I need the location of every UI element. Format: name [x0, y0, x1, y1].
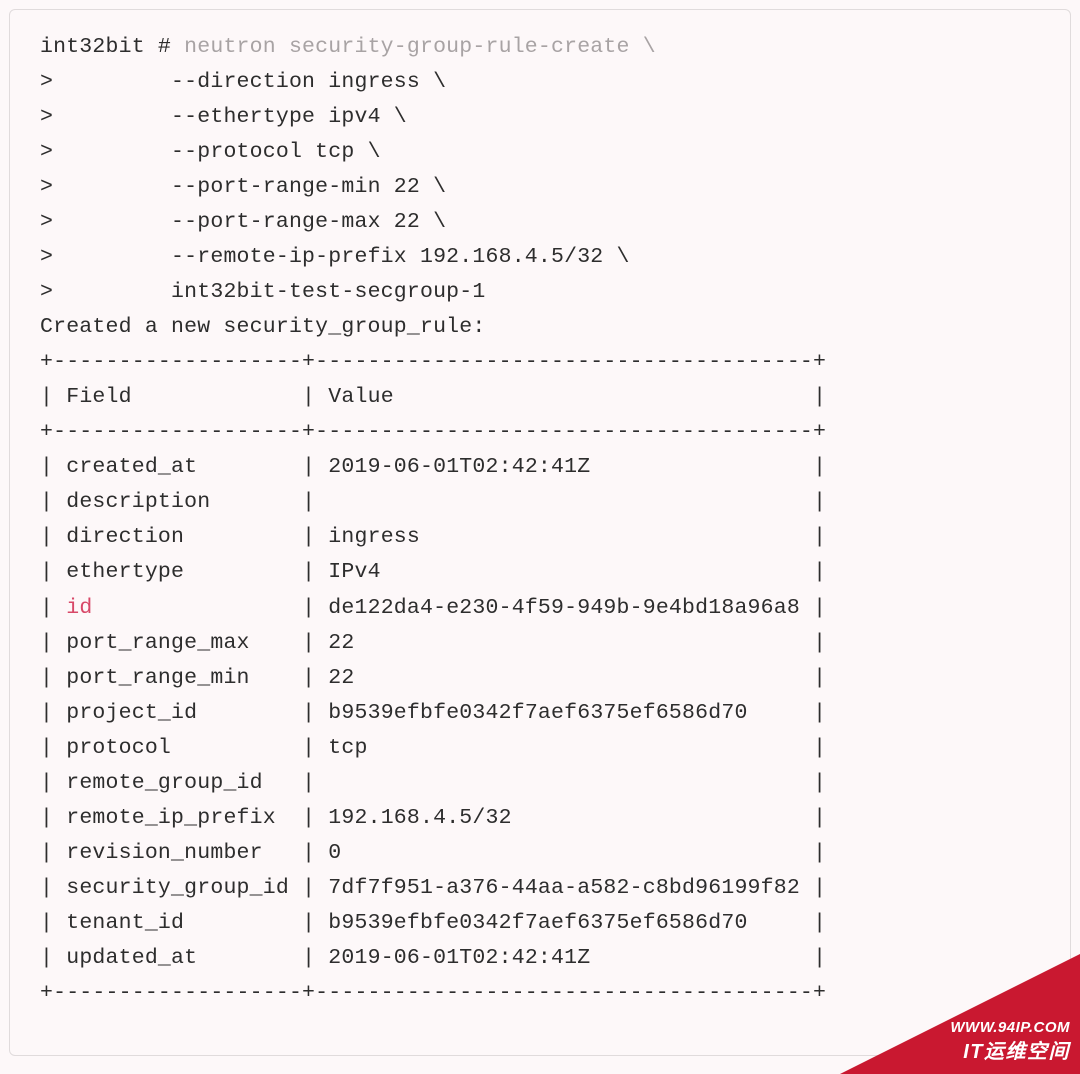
table-value-id: de122da4-e230-4f59-949b-9e4bd18a96a8: [328, 596, 800, 620]
table-row: | ethertype | IPv4 |: [40, 560, 826, 584]
watermark-url: WWW.94IP.COM: [950, 1017, 1070, 1038]
continuation-line-6: > --remote-ip-prefix 192.168.4.5/32 \: [40, 245, 630, 269]
table-value-remote_ip_prefix: 192.168.4.5/32: [328, 806, 800, 830]
table-field-port_range_max: port_range_max: [66, 631, 289, 655]
table-field-security_group_id: security_group_id: [66, 876, 289, 900]
table-border-top: +-------------------+-------------------…: [40, 350, 826, 374]
table-row: | remote_ip_prefix | 192.168.4.5/32 |: [40, 806, 826, 830]
table-row: | remote_group_id | |: [40, 771, 826, 795]
table-row: | project_id | b9539efbfe0342f7aef6375ef…: [40, 701, 826, 725]
table-row: | description | |: [40, 490, 826, 514]
table-row: | protocol | tcp |: [40, 736, 826, 760]
continuation-line-1: > --direction ingress \: [40, 70, 446, 94]
table-value-ethertype: IPv4: [328, 560, 800, 584]
table-row: | updated_at | 2019-06-01T02:42:41Z |: [40, 946, 826, 970]
table-value-security_group_id: 7df7f951-a376-44aa-a582-c8bd96199f82: [328, 876, 800, 900]
terminal-content: int32bit # neutron security-group-rule-c…: [40, 30, 1040, 1011]
table-border-bottom: +-------------------+-------------------…: [40, 981, 826, 1005]
shell-prompt: int32bit #: [40, 35, 184, 59]
output-header: Created a new security_group_rule:: [40, 315, 485, 339]
table-row: | id | de122da4-e230-4f59-949b-9e4bd18a9…: [40, 596, 826, 620]
table-field-direction: direction: [66, 525, 289, 549]
table-row: | security_group_id | 7df7f951-a376-44aa…: [40, 876, 826, 900]
table-field-remote_group_id: remote_group_id: [66, 771, 289, 795]
table-field-description: description: [66, 490, 289, 514]
table-value-tenant_id: b9539efbfe0342f7aef6375ef6586d70: [328, 911, 800, 935]
table-field-tenant_id: tenant_id: [66, 911, 289, 935]
table-value-port_range_min: 22: [328, 666, 800, 690]
table-value-direction: ingress: [328, 525, 800, 549]
table-value-created_at: 2019-06-01T02:42:41Z: [328, 455, 800, 479]
table-value-port_range_max: 22: [328, 631, 800, 655]
table-row: | direction | ingress |: [40, 525, 826, 549]
continuation-line-3: > --protocol tcp \: [40, 140, 381, 164]
table-row: | created_at | 2019-06-01T02:42:41Z |: [40, 455, 826, 479]
table-field-updated_at: updated_at: [66, 946, 289, 970]
table-row: | port_range_max | 22 |: [40, 631, 826, 655]
table-value-project_id: b9539efbfe0342f7aef6375ef6586d70: [328, 701, 800, 725]
table-field-id: id: [66, 596, 289, 620]
table-value-protocol: tcp: [328, 736, 800, 760]
watermark-label: IT运维空间: [950, 1038, 1070, 1066]
watermark-text: WWW.94IP.COM IT运维空间: [950, 1017, 1070, 1066]
table-row: | revision_number | 0 |: [40, 841, 826, 865]
watermark: WWW.94IP.COM IT运维空间: [840, 954, 1080, 1074]
table-field-protocol: protocol: [66, 736, 289, 760]
continuation-line-4: > --port-range-min 22 \: [40, 175, 446, 199]
table-row: | port_range_min | 22 |: [40, 666, 826, 690]
continuation-line-2: > --ethertype ipv4 \: [40, 105, 407, 129]
table-field-port_range_min: port_range_min: [66, 666, 289, 690]
terminal-output: int32bit # neutron security-group-rule-c…: [9, 9, 1071, 1056]
table-header-row: | Field | Value |: [40, 385, 826, 409]
table-field-created_at: created_at: [66, 455, 289, 479]
table-field-remote_ip_prefix: remote_ip_prefix: [66, 806, 289, 830]
table-value-updated_at: 2019-06-01T02:42:41Z: [328, 946, 800, 970]
table-field-revision_number: revision_number: [66, 841, 289, 865]
continuation-line-7: > int32bit-test-secgroup-1: [40, 280, 485, 304]
continuation-line-5: > --port-range-max 22 \: [40, 210, 446, 234]
table-value-description: [328, 490, 800, 514]
table-field-ethertype: ethertype: [66, 560, 289, 584]
command-line-0: neutron security-group-rule-create \: [184, 35, 656, 59]
table-field-project_id: project_id: [66, 701, 289, 725]
table-value-remote_group_id: [328, 771, 800, 795]
table-border-mid: +-------------------+-------------------…: [40, 420, 826, 444]
table-row: | tenant_id | b9539efbfe0342f7aef6375ef6…: [40, 911, 826, 935]
table-value-revision_number: 0: [328, 841, 800, 865]
